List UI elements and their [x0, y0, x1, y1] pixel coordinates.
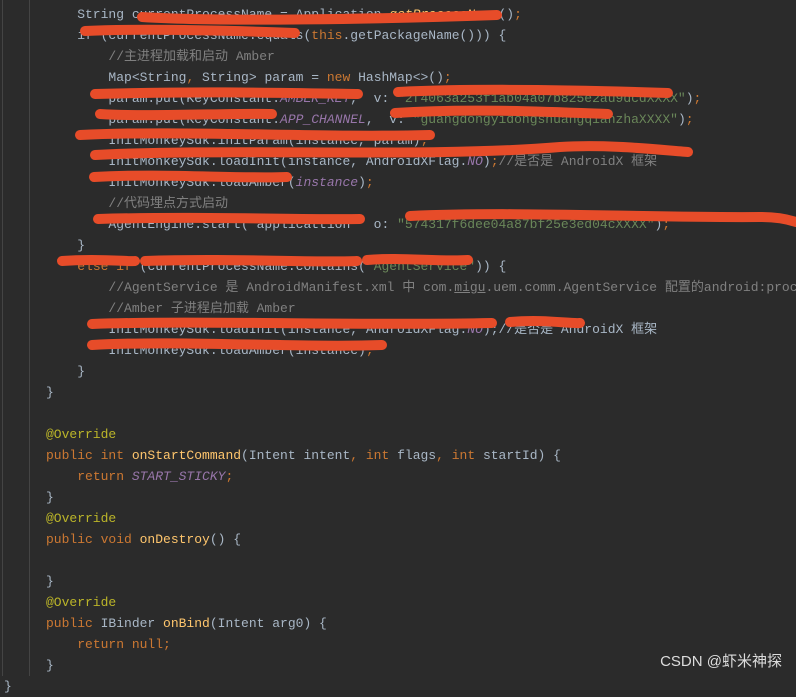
code-text: (): [498, 7, 514, 22]
code-editor[interactable]: String currentProcessName = Application.…: [2, 0, 796, 676]
code-text: else if: [77, 259, 139, 274]
code-text: );//是否是 AndroidX 框架: [483, 322, 657, 337]
code-text: .getPackageName())) {: [342, 28, 506, 43]
code-text: getProcessName: [389, 7, 498, 22]
code-text: ,: [186, 70, 202, 85]
code-text: InitMonkeySdk.loadInit(instance, Android…: [46, 154, 467, 169]
code-text: InitMonkeySdk.loadInit(instance, Android…: [46, 322, 467, 337]
code-text: new: [327, 70, 358, 85]
code-text: }: [4, 679, 12, 694]
code-text: IBinder: [101, 616, 163, 631]
code-text: [46, 637, 77, 652]
code-comment: //是否是 AndroidX 框架: [499, 154, 658, 169]
code-text: ;: [444, 70, 452, 85]
code-text: InitMonkeySdk.initParam(instance, param): [46, 133, 420, 148]
code-text: NO: [467, 322, 483, 337]
code-text: NO: [467, 154, 483, 169]
code-text: ): [686, 91, 694, 106]
code-text: }: [46, 574, 54, 589]
code-text: onStartCommand: [132, 448, 241, 463]
code-text: [46, 469, 77, 484]
code-text: ;: [420, 133, 428, 148]
code-text: , v:: [350, 91, 397, 106]
code-text: ;: [225, 469, 233, 484]
code-text: AgentEngine.start( applicattion o:: [46, 217, 397, 232]
code-text: }: [46, 658, 54, 673]
code-text: int: [101, 448, 132, 463]
code-text: param.put(KeyConstant.: [46, 112, 280, 127]
code-text: flags: [397, 448, 436, 463]
code-text: i: [46, 28, 85, 43]
code-text: ,: [436, 448, 452, 463]
code-text: onDestroy: [140, 532, 210, 547]
code-text: int: [366, 448, 397, 463]
code-text: (currentProcessName.contains(: [140, 259, 366, 274]
code-text: instance: [296, 175, 358, 190]
code-text: f (currentProcessName.equals(: [85, 28, 311, 43]
code-text: ,: [350, 448, 366, 463]
code-text: this: [311, 28, 342, 43]
code-text: return: [77, 469, 132, 484]
code-text: APP_CHANNEL: [280, 112, 366, 127]
code-text: Map<String: [46, 70, 186, 85]
code-text: START_STICKY: [132, 469, 226, 484]
code-text: "AgentService": [366, 259, 475, 274]
code-text: public: [46, 616, 101, 631]
code-text: ;: [694, 91, 702, 106]
code-text: InitMonkeySdk.loadAmber(: [46, 175, 296, 190]
code-text: String currentProcessName = Application.: [46, 7, 389, 22]
code-text: InitMonkeySdk.loadAmber(instance): [46, 343, 366, 358]
code-text: public: [46, 532, 101, 547]
code-text: HashMap<>(): [358, 70, 444, 85]
code-comment: //主进程加载和启动 Amber: [46, 49, 275, 64]
code-text: ): [483, 154, 491, 169]
code-text: ;: [686, 112, 694, 127]
code-text: [46, 259, 77, 274]
code-text: }: [46, 490, 54, 505]
code-text: ;: [163, 637, 171, 652]
code-text: param.put(KeyConstant.: [46, 91, 280, 106]
code-text: "574317f6dee04a87bf25e3ed04cXXXX": [397, 217, 654, 232]
code-text: "2f4063a253f1ab04a07b825e2au9dcdXXXX": [397, 91, 686, 106]
code-comment: //AgentService 是 AndroidManifest.xml 中 c…: [46, 280, 454, 295]
code-text: ;: [366, 343, 374, 358]
code-text: ): [358, 175, 366, 190]
code-annotation: @Override: [46, 595, 116, 610]
code-comment: .uem.comm.AgentService 配置的android:proc: [485, 280, 796, 295]
code-text: ;: [366, 175, 374, 190]
code-text: return null: [77, 637, 163, 652]
code-text: public: [46, 448, 101, 463]
code-text: startId) {: [483, 448, 561, 463]
code-comment: //代码埋点方式启动: [46, 196, 228, 211]
code-text: (Intent arg0) {: [210, 616, 327, 631]
code-text: }: [46, 364, 85, 379]
code-text: String> param =: [202, 70, 327, 85]
code-text: }: [46, 385, 54, 400]
code-comment: migu: [454, 280, 485, 295]
code-text: onBind: [163, 616, 210, 631]
code-text: () {: [210, 532, 241, 547]
code-text: ;: [662, 217, 670, 232]
code-text: )) {: [475, 259, 506, 274]
watermark: CSDN @虾米神探: [660, 651, 782, 672]
code-text: AMBER_KEY: [280, 91, 350, 106]
code-text: ;: [491, 154, 499, 169]
code-annotation: @Override: [46, 511, 116, 526]
code-text: ;: [514, 7, 522, 22]
code-text: void: [101, 532, 140, 547]
code-text: , v:: [366, 112, 413, 127]
code-text: int: [452, 448, 483, 463]
code-comment: //Amber 子进程启加载 Amber: [46, 301, 296, 316]
code-annotation: @Override: [46, 427, 116, 442]
code-text: ): [678, 112, 686, 127]
code-text: "guangdongyidongshuangqianzhaXXXX": [413, 112, 678, 127]
code-text: (Intent intent: [241, 448, 350, 463]
code-text: }: [46, 238, 85, 253]
